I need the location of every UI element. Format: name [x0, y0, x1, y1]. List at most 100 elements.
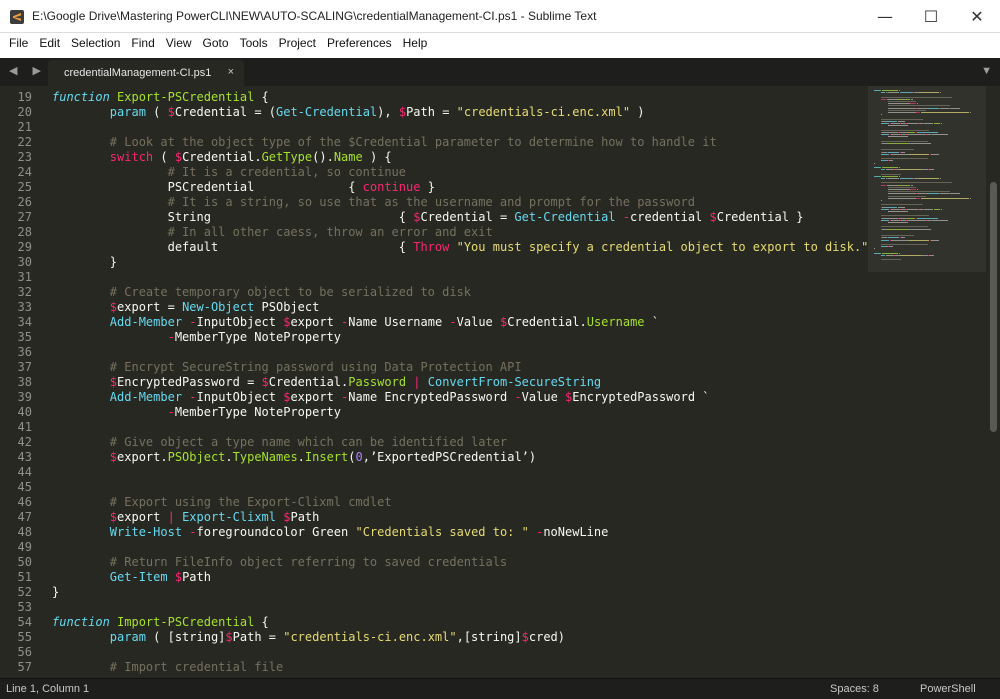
menu-help[interactable]: Help [403, 36, 428, 50]
line-number: 52 [17, 585, 32, 599]
code-line[interactable]: 47 $export | Export-Clixml $Path [0, 510, 868, 525]
cursor-position[interactable]: Line 1, Column 1 [6, 683, 89, 695]
code-line[interactable]: 20 param ( $Credential = (Get-Credential… [0, 105, 868, 120]
code-text: switch ( $Credential.GetType().Name ) { [52, 150, 392, 165]
tab-close-icon[interactable]: × [228, 66, 234, 78]
code-line[interactable]: 53 [0, 600, 868, 615]
code-editor[interactable]: 19 function Export-PSCredential {20 param… [0, 86, 1000, 678]
menu-preferences[interactable]: Preferences [327, 36, 392, 50]
code-token: # Create temporary object to be serializ… [109, 285, 472, 299]
menu-goto[interactable]: Goto [203, 36, 229, 50]
minimize-button[interactable]: — [862, 0, 908, 33]
menu-selection[interactable]: Selection [71, 36, 120, 50]
syntax-selector[interactable]: PowerShell [920, 683, 976, 695]
menu-file[interactable]: File [9, 36, 28, 50]
code-token: # Look at the object type of the $Creden… [109, 135, 717, 149]
code-line[interactable]: 56 [0, 645, 868, 660]
maximize-button[interactable]: ☐ [908, 0, 954, 33]
code-line[interactable]: 25 PSCredential { continue } [0, 180, 868, 195]
tab-credentialmanagement[interactable]: credentialManagement-CI.ps1 × [48, 60, 244, 86]
code-token: Name Username [348, 315, 450, 329]
code-token: Username [586, 315, 645, 329]
code-line[interactable]: 37 # Encrypt SecureString password using… [0, 360, 868, 375]
code-line[interactable]: 22 # Look at the object type of the $Cre… [0, 135, 868, 150]
line-number: 57 [17, 660, 32, 674]
menu-bar: File Edit Selection Find View Goto Tools… [0, 33, 1000, 53]
code-text: default { Throw "You must specify a cred… [52, 240, 883, 255]
code-line[interactable]: 26 # It is a string, so use that as the … [0, 195, 868, 210]
code-lines[interactable]: 19 function Export-PSCredential {20 param… [0, 90, 883, 675]
tab-bar: ◀ ▶ credentialManagement-CI.ps1 × ▼ [0, 58, 1000, 86]
code-line[interactable]: 45 [0, 480, 868, 495]
menu-find[interactable]: Find [131, 36, 154, 50]
code-token: # Return FileInfo object referring to sa… [109, 555, 508, 569]
code-line[interactable]: 52} [0, 585, 868, 600]
menu-project[interactable]: Project [279, 36, 316, 50]
code-line[interactable]: 46 # Export using the Export-Clixml cmdl… [0, 495, 868, 510]
code-token: Path [182, 570, 211, 584]
menu-tools[interactable]: Tools [240, 36, 268, 50]
code-line[interactable]: 54 function Import-PSCredential { [0, 615, 868, 630]
code-line[interactable]: 42 # Give object a type name which can b… [0, 435, 868, 450]
code-token: Add-Member [109, 315, 183, 329]
code-token: Export-PSCredential [117, 90, 255, 104]
menu-view[interactable]: View [166, 36, 192, 50]
code-line[interactable]: 21 [0, 120, 868, 135]
code-line[interactable]: 38 $EncryptedPassword = $Credential.Pass… [0, 375, 868, 390]
code-token: switch [109, 150, 154, 164]
code-line[interactable]: 31 [0, 270, 868, 285]
code-text: # Return FileInfo object referring to sa… [52, 555, 507, 570]
code-token: PSObject [167, 450, 226, 464]
code-line[interactable]: 35 -MemberType NoteProperty [0, 330, 868, 345]
code-line[interactable]: 55 param ( [string]$Path = "credentials-… [0, 630, 868, 645]
code-line[interactable]: 43 $export.PSObject.TypeNames.Insert(0,’… [0, 450, 868, 465]
code-line[interactable]: 36 [0, 345, 868, 360]
code-line[interactable]: 28 # In all other caess, throw an error … [0, 225, 868, 240]
code-line[interactable]: 41 [0, 420, 868, 435]
code-token: # It is a string, so use that as the use… [167, 195, 695, 209]
code-line[interactable]: 39 Add-Member -InputObject $export -Name… [0, 390, 868, 405]
code-line[interactable]: 30 } [0, 255, 868, 270]
code-line[interactable]: 34 Add-Member -InputObject $export -Name… [0, 315, 868, 330]
code-line[interactable]: 19 function Export-PSCredential { [0, 90, 868, 105]
code-token: function [52, 90, 110, 104]
code-line[interactable]: 33 $export = New-Object PSObject [0, 300, 868, 315]
code-line[interactable]: 57 # Import credential file [0, 660, 868, 675]
scrollbar-thumb[interactable] [990, 182, 997, 432]
line-number: 48 [17, 525, 32, 539]
code-line[interactable]: 27 String { $ Credential = Get-Credential… [0, 210, 868, 225]
line-number: 41 [17, 420, 32, 434]
code-token: MemberType NoteProperty [174, 330, 341, 344]
code-line[interactable]: 51 Get-Item $Path [0, 570, 868, 585]
code-text: # Give object a type name which can be i… [52, 435, 507, 450]
code-token: - [189, 390, 197, 404]
code-token: - [167, 405, 175, 419]
code-line[interactable]: 44 [0, 465, 868, 480]
code-line[interactable]: 24 # It is a credential, so continue [0, 165, 868, 180]
vertical-scrollbar[interactable] [986, 86, 1000, 678]
code-line[interactable]: 49 [0, 540, 868, 555]
code-line[interactable]: 48 Write-Host -foregroundcolor Green "Cr… [0, 525, 868, 540]
code-line[interactable]: 23 switch ( $Credential.GetType().Name )… [0, 150, 868, 165]
code-token: | [167, 510, 175, 524]
code-line[interactable]: 32 # Create temporary object to be seria… [0, 285, 868, 300]
tab-dropdown-icon[interactable]: ▼ [981, 65, 992, 77]
minimap-viewport[interactable] [868, 86, 986, 272]
code-line[interactable]: 50 # Return FileInfo object referring to… [0, 555, 868, 570]
code-token: # In all other caess, throw an error and… [167, 225, 493, 239]
close-button[interactable]: ✕ [954, 0, 1000, 33]
menu-edit[interactable]: Edit [39, 36, 60, 50]
code-line[interactable]: 29 default { Throw "You must specify a c… [0, 240, 883, 255]
indentation-setting[interactable]: Spaces: 8 [830, 683, 879, 695]
tab-nav-arrows-icon[interactable]: ◀ ▶ [9, 64, 47, 77]
code-token: $ [109, 510, 118, 524]
code-token: # Give object a type name which can be i… [109, 435, 508, 449]
code-line[interactable]: 40 -MemberType NoteProperty [0, 405, 868, 420]
